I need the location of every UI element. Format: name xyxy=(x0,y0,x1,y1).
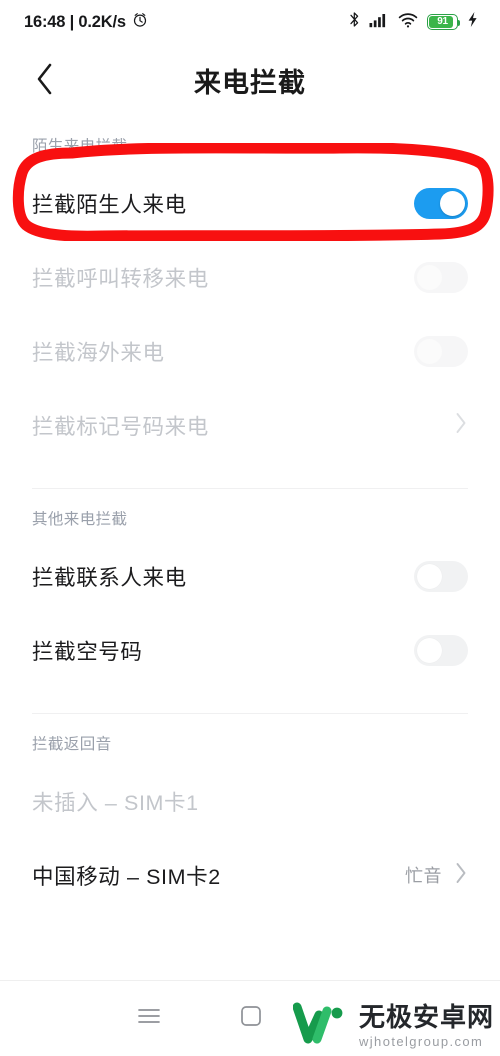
status-bar-right: 91 xyxy=(349,11,478,33)
chevron-right-icon xyxy=(454,861,468,890)
toggle-knob xyxy=(440,190,465,216)
toggle-knob xyxy=(417,264,442,290)
toggle-block-overseas-calls xyxy=(414,335,468,367)
status-bar: 16:48 | 0.2K/s 91 xyxy=(0,0,500,44)
row-control xyxy=(414,187,468,219)
row-control xyxy=(454,411,468,440)
settings-list: 陌生来电拦截 拦截陌生人来电 拦截呼叫转移来电 拦截海外来电 拦截标记号码来电 … xyxy=(0,116,500,912)
row-control xyxy=(414,335,468,367)
toggle-block-forwarded-calls xyxy=(414,261,468,293)
watermark-site-url: wjhotelgroup.com xyxy=(358,1033,484,1049)
section-blocking-return-tone: 拦截返回音 未插入 – SIM卡1 中国移动 – SIM卡2 忙音 xyxy=(0,714,500,912)
watermark-site-name: 无极安卓网 xyxy=(358,1001,494,1032)
toggle-knob xyxy=(417,338,442,364)
row-sim2-return-tone[interactable]: 中国移动 – SIM卡2 忙音 xyxy=(0,838,500,912)
row-label: 拦截陌生人来电 xyxy=(32,192,187,217)
row-control: 忙音 xyxy=(405,861,468,890)
cellular-signal-icon xyxy=(369,12,389,33)
page-title: 来电拦截 xyxy=(194,67,306,98)
phone-screen: 16:48 | 0.2K/s 91 来电拦截 陌生来电拦截 拦截陌生人来电 拦截… xyxy=(0,0,500,1056)
toggle-block-stranger-calls[interactable] xyxy=(414,187,468,219)
row-control xyxy=(414,261,468,293)
alarm-clock-icon xyxy=(132,12,148,33)
section-header-other: 其他来电拦截 xyxy=(32,511,128,528)
row-label: 拦截海外来电 xyxy=(32,340,165,365)
wifi-icon xyxy=(398,12,418,33)
recents-button[interactable] xyxy=(126,995,172,1041)
row-label: 拦截联系人来电 xyxy=(32,565,187,590)
home-button[interactable] xyxy=(228,995,274,1041)
toggle-knob xyxy=(417,563,442,589)
w-logo-icon xyxy=(292,1001,351,1050)
row-sim1-return-tone: 未插入 – SIM卡1 xyxy=(0,764,500,838)
row-label: 拦截标记号码来电 xyxy=(32,414,209,439)
row-block-overseas-calls: 拦截海外来电 xyxy=(0,314,500,388)
row-block-tagged-numbers: 拦截标记号码来电 xyxy=(0,388,500,462)
row-label: 中国移动 – SIM卡2 xyxy=(32,864,221,889)
charging-bolt-icon xyxy=(467,11,478,33)
bluetooth-icon xyxy=(349,11,360,33)
row-label: 未插入 – SIM卡1 xyxy=(32,790,199,815)
chevron-right-icon xyxy=(454,411,468,440)
row-block-empty-numbers[interactable]: 拦截空号码 xyxy=(0,613,500,687)
app-header: 来电拦截 xyxy=(0,44,500,116)
home-square-icon xyxy=(240,1005,262,1032)
row-block-contact-calls[interactable]: 拦截联系人来电 xyxy=(0,539,500,613)
site-watermark: 无极安卓网 wjhotelgroup.com xyxy=(292,1001,494,1050)
section-other-call-blocking: 其他来电拦截 拦截联系人来电 拦截空号码 xyxy=(0,489,500,714)
toggle-knob xyxy=(417,637,442,663)
toggle-block-empty-numbers[interactable] xyxy=(414,634,468,666)
row-block-forwarded-calls: 拦截呼叫转移来电 xyxy=(0,240,500,314)
menu-recents-icon xyxy=(136,1006,162,1031)
battery-level-label: 91 xyxy=(437,16,448,27)
section-stranger-call-blocking: 陌生来电拦截 拦截陌生人来电 拦截呼叫转移来电 拦截海外来电 拦截标记号码来电 xyxy=(0,116,500,489)
row-value-sim2-tone: 忙音 xyxy=(405,866,442,886)
section-header-stranger: 陌生来电拦截 xyxy=(32,138,128,155)
section-header-tone: 拦截返回音 xyxy=(32,736,112,753)
row-label: 拦截呼叫转移来电 xyxy=(32,266,209,291)
status-time-and-network-speed: 16:48 | 0.2K/s xyxy=(24,12,126,31)
watermark-text: 无极安卓网 wjhotelgroup.com xyxy=(359,1004,494,1048)
toggle-block-contact-calls[interactable] xyxy=(414,560,468,592)
row-control xyxy=(414,634,468,666)
row-block-stranger-calls[interactable]: 拦截陌生人来电 xyxy=(0,166,500,240)
row-label: 拦截空号码 xyxy=(32,639,143,664)
row-control xyxy=(414,560,468,592)
status-bar-left: 16:48 | 0.2K/s xyxy=(24,12,148,33)
battery-indicator: 91 xyxy=(427,14,461,30)
